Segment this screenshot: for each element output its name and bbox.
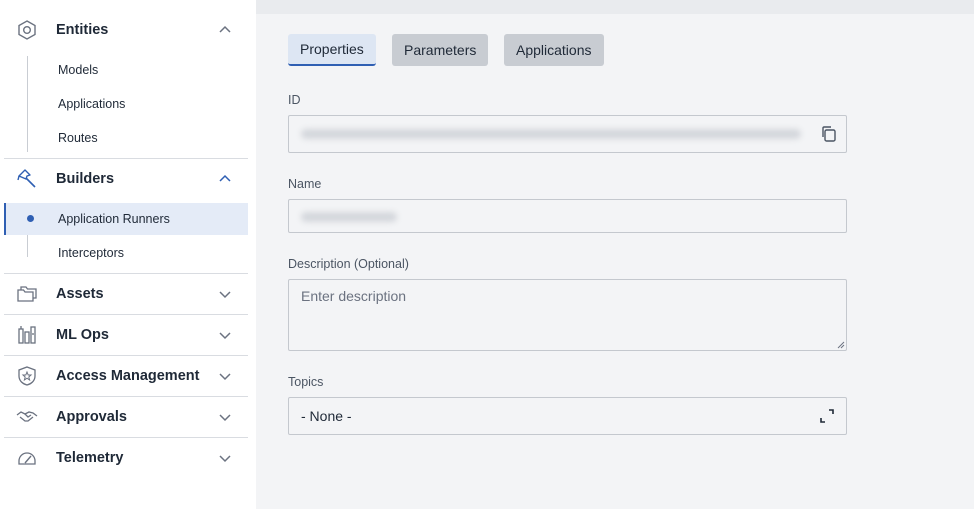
sidebar-item-applications[interactable]: Applications: [4, 88, 248, 120]
sidebar-item-label: Application Runners: [58, 212, 170, 226]
description-placeholder: Enter description: [301, 288, 407, 304]
sidebar-section-title: Approvals: [56, 409, 127, 425]
chevron-down-icon[interactable]: [218, 410, 232, 424]
redacted-id-value: [301, 129, 801, 139]
chevron-down-icon[interactable]: [218, 287, 232, 301]
top-strip: [256, 0, 974, 14]
sidebar-section-title: Entities: [56, 22, 109, 38]
sidebar-section-title: Builders: [56, 171, 115, 187]
name-field[interactable]: [288, 199, 847, 233]
hammer-icon: [17, 169, 36, 188]
description-textarea[interactable]: Enter description: [288, 279, 847, 351]
tab-applications[interactable]: Applications: [504, 34, 604, 66]
sidebar-section-ml-ops[interactable]: ML Ops: [4, 315, 248, 355]
sidebar-section-title: Access Management: [56, 368, 200, 384]
sidebar-item-application-runners[interactable]: Application Runners: [4, 203, 248, 235]
copy-icon[interactable]: [820, 125, 838, 143]
redacted-name-value: [301, 212, 397, 222]
tab-properties[interactable]: Properties: [288, 34, 376, 66]
chevron-down-icon[interactable]: [218, 451, 232, 465]
sidebar-section-title: ML Ops: [56, 327, 109, 343]
name-label: Name: [288, 177, 322, 191]
handshake-icon: [16, 411, 38, 422]
sidebar-section-telemetry[interactable]: Telemetry: [4, 438, 248, 478]
ml-ops-icon: [18, 326, 36, 344]
folders-icon: [17, 286, 37, 302]
sidebar-item-interceptors[interactable]: Interceptors: [4, 237, 248, 269]
gauge-icon: [18, 452, 36, 465]
sidebar-section-title: Telemetry: [56, 450, 124, 466]
shield-star-icon: [18, 366, 36, 386]
active-dot-icon: [27, 215, 34, 222]
sidebar-section-entities[interactable]: Entities: [4, 10, 248, 50]
expand-icon[interactable]: [820, 409, 834, 423]
chevron-down-icon[interactable]: [218, 328, 232, 342]
sidebar-item-routes[interactable]: Routes: [4, 122, 248, 154]
topics-value: - None -: [301, 408, 352, 424]
chevron-down-icon[interactable]: [218, 369, 232, 383]
id-field[interactable]: [288, 115, 847, 153]
sidebar: Entities Models Applications Routes Buil…: [0, 0, 256, 509]
tab-parameters[interactable]: Parameters: [392, 34, 489, 66]
sidebar-section-access-management[interactable]: Access Management: [4, 356, 248, 396]
topics-label: Topics: [288, 375, 324, 389]
main-panel: Properties Parameters Applications ID Na…: [272, 14, 974, 509]
sidebar-section-title: Assets: [56, 286, 104, 302]
chevron-up-icon[interactable]: [218, 23, 232, 37]
sidebar-section-builders[interactable]: Builders: [4, 159, 248, 199]
topics-select[interactable]: - None -: [288, 397, 847, 435]
id-label: ID: [288, 93, 301, 107]
chevron-up-icon[interactable]: [218, 172, 232, 186]
hexagon-icon: [18, 20, 36, 40]
sidebar-section-approvals[interactable]: Approvals: [4, 397, 248, 437]
sidebar-section-assets[interactable]: Assets: [4, 274, 248, 314]
resize-handle-icon[interactable]: [837, 341, 845, 349]
sidebar-item-models[interactable]: Models: [4, 54, 248, 86]
description-label: Description (Optional): [288, 257, 409, 271]
